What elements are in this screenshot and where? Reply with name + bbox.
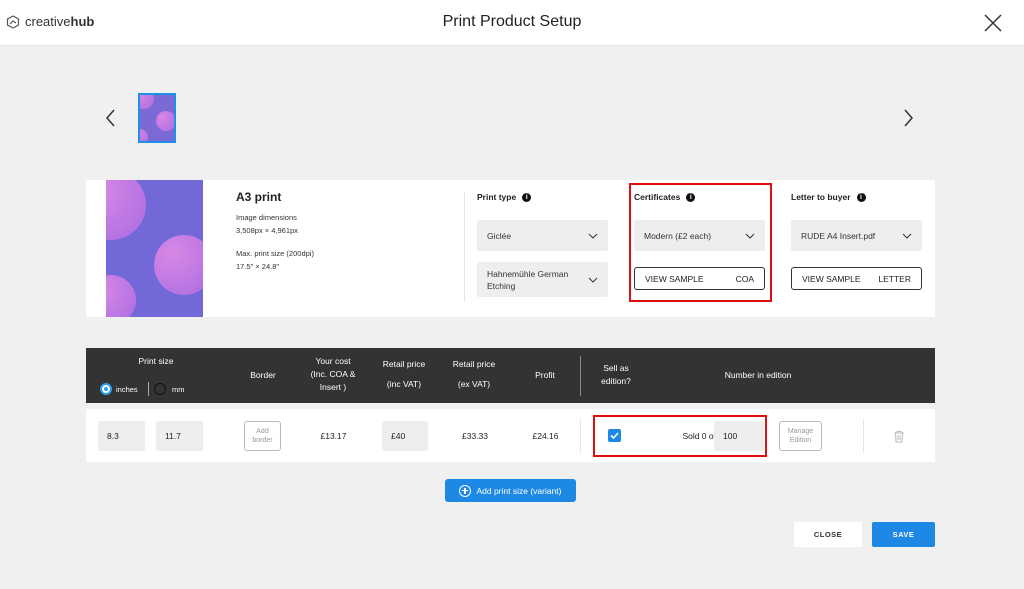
print-type-label: Print type i — [477, 192, 532, 202]
add-print-size-button[interactable]: Add print size (variant) — [445, 479, 576, 502]
max-print-size-value: 17.5" × 24.8" — [236, 262, 280, 271]
letter-select[interactable]: RUDE A4 Insert.pdf — [791, 220, 922, 251]
letter-to-buyer-label: Letter to buyer i — [791, 192, 866, 202]
info-icon[interactable]: i — [522, 192, 532, 202]
chevron-left-icon[interactable] — [104, 108, 118, 128]
chevron-right-icon[interactable] — [901, 108, 915, 128]
paper-type-select[interactable]: Hahnemühle German Etching — [477, 262, 608, 297]
max-print-size-label: Max. print size (200dpi) — [236, 249, 314, 258]
page-title: Print Product Setup — [442, 13, 582, 30]
border-header: Border — [250, 370, 276, 380]
chevron-down-icon — [902, 233, 912, 239]
print-type-select[interactable]: Giclée — [477, 220, 608, 251]
your-cost-header: Your cost (Inc. COA & Insert ) — [310, 356, 356, 392]
top-bar: creativehub Print Product Setup — [0, 0, 1024, 46]
divider — [464, 192, 465, 302]
retail-ex-vat-header: Retail price (ex VAT) — [452, 359, 496, 389]
table-header: Print size inches mm Border Your cost (In… — [86, 348, 935, 403]
profit-value: £24.16 — [532, 431, 559, 441]
retail-price-input[interactable]: £40 — [382, 421, 428, 451]
mm-radio[interactable] — [154, 383, 166, 395]
image-dimensions-value: 3,508px × 4,961px — [236, 226, 298, 235]
product-image — [106, 180, 203, 317]
height-input[interactable]: 11.7 — [156, 421, 203, 451]
inches-radio[interactable] — [100, 383, 112, 395]
product-name: A3 print — [236, 190, 282, 204]
info-icon[interactable]: i — [856, 192, 866, 202]
print-size-header: Print size — [138, 356, 174, 366]
table-row: 8.3 11.7 Add border £13.17 £40 £33.33 £24… — [86, 409, 935, 462]
manage-edition-button[interactable]: Manage Edition — [779, 421, 822, 451]
close-icon[interactable] — [983, 13, 1003, 33]
view-sample-letter-button[interactable]: VIEW SAMPLE LETTER — [791, 267, 922, 290]
certificates-highlight — [629, 183, 772, 302]
edition-highlight — [593, 415, 767, 457]
add-border-button[interactable]: Add border — [244, 421, 281, 451]
mm-label: mm — [172, 385, 185, 394]
header-divider — [580, 356, 581, 396]
retail-inc-vat-header: Retail price (inc VAT) — [382, 359, 426, 389]
retail-ex-vat-value: £33.33 — [462, 431, 488, 441]
save-button[interactable]: SAVE — [872, 522, 935, 547]
chevron-down-icon — [588, 233, 598, 239]
trash-icon[interactable] — [893, 430, 905, 443]
product-thumbnail[interactable] — [138, 93, 176, 143]
plus-circle-icon — [459, 484, 472, 497]
width-input[interactable]: 8.3 — [98, 421, 145, 451]
inches-label: inches — [116, 385, 138, 394]
chevron-down-icon — [588, 277, 598, 283]
your-cost-value: £13.17 — [320, 431, 347, 441]
number-in-edition-header: Number in edition — [724, 370, 792, 380]
product-card: A3 print Image dimensions 3,508px × 4,96… — [86, 180, 935, 317]
image-dimensions-label: Image dimensions — [236, 213, 297, 222]
close-button[interactable]: CLOSE — [794, 522, 862, 547]
sell-as-edition-header: Sell as edition? — [601, 363, 631, 386]
profit-header: Profit — [535, 370, 555, 380]
